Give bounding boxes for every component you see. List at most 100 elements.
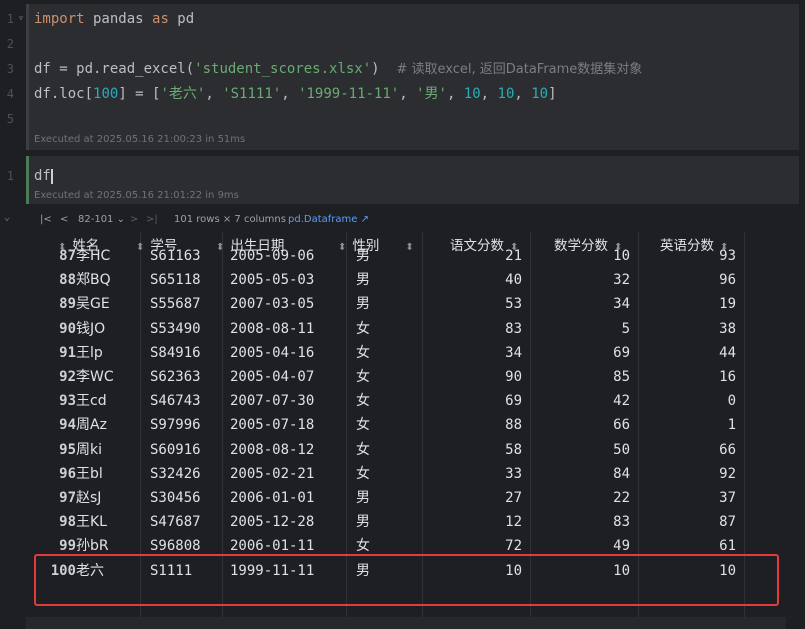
- code-line-4[interactable]: df.loc[100] = ['老六', 'S1111', '1999-11-1…: [34, 84, 557, 104]
- line-number: 1: [6, 12, 14, 26]
- fold-icon[interactable]: ▿: [18, 9, 26, 29]
- line-number: 3: [6, 62, 14, 76]
- cell-student-id: S47687: [150, 514, 201, 531]
- cell-student-id: S65118: [150, 272, 201, 289]
- cell-student-id: S62363: [150, 369, 201, 385]
- cell-name: 钱JO: [76, 320, 106, 337]
- line-number: 5: [6, 112, 14, 126]
- cell-math-score: 50: [613, 441, 630, 458]
- table-row[interactable]: 90 钱JO S53490 2008-08-11 女 83 5 38: [26, 317, 786, 341]
- cell-name: 王KL: [76, 514, 107, 531]
- cell-birth-date: 2007-07-30: [230, 393, 315, 410]
- last-page-button[interactable]: >|: [146, 214, 158, 225]
- execution-info: Executed at 2025.05.16 21:01:22 in 9ms: [34, 190, 239, 201]
- cell-student-id: S46743: [150, 393, 201, 410]
- number-literal: 100: [93, 86, 119, 102]
- collapse-output-icon[interactable]: ⌄: [4, 212, 10, 223]
- row-index: 94: [59, 417, 76, 434]
- cell-math-score: 5: [621, 320, 630, 337]
- table-row[interactable]: 97 赵sJ S30456 2006-01-01 男 27 22 37: [26, 486, 786, 510]
- cell-chinese-score: 88: [505, 417, 522, 434]
- code-line-3[interactable]: df = pd.read_excel('student_scores.xlsx'…: [34, 59, 642, 79]
- cell-birth-date: 2006-01-01: [230, 490, 315, 506]
- string-literal: 'student_scores.xlsx': [194, 61, 372, 77]
- highlight-box: [34, 554, 779, 606]
- cell-chinese-score: 12: [505, 514, 522, 531]
- cell-chinese-score: 53: [505, 296, 522, 313]
- text-cursor: [50, 168, 53, 184]
- cell-sex: 男: [356, 296, 370, 313]
- row-index: 98: [59, 514, 76, 531]
- cell-sex: 女: [356, 465, 370, 482]
- row-index: 96: [59, 465, 76, 482]
- table-row[interactable]: 87 李HC S61163 2005-09-06 男 21 10 93: [26, 244, 786, 268]
- cell-math-score: 42: [613, 393, 630, 410]
- cell-name: 李HC: [76, 248, 111, 264]
- cell-sex: 男: [356, 514, 370, 531]
- number-literal: 10: [463, 86, 481, 102]
- cell-name: 周Az: [76, 417, 107, 434]
- string-literal: '男': [416, 86, 447, 102]
- cell-name: 王bl: [76, 465, 103, 482]
- cell-birth-date: 2005-02-21: [230, 465, 315, 482]
- code-text: ]: [548, 86, 557, 102]
- cell-chinese-score: 58: [505, 441, 522, 458]
- cell-name: 赵sJ: [76, 490, 102, 506]
- cell-english-score: 44: [719, 344, 736, 361]
- cell-english-score: 16: [719, 369, 736, 385]
- code-line-1[interactable]: import pandas as pd: [34, 9, 194, 29]
- cell-birth-date: 2008-08-11: [230, 320, 315, 337]
- table-row[interactable]: 98 王KL S47687 2005-12-28 男 12 83 87: [26, 510, 786, 534]
- string-literal: '1999-11-11': [298, 86, 400, 102]
- cell-birth-date: 2005-05-03: [230, 272, 315, 289]
- row-index: 90: [59, 320, 76, 337]
- table-row[interactable]: 94 周Az S97996 2005-07-18 女 88 66 1: [26, 413, 786, 437]
- dataframe-link[interactable]: pd.Dataframe ↗: [288, 214, 369, 225]
- execution-info: Executed at 2025.05.16 21:00:23 in 51ms: [34, 134, 246, 145]
- row-index: 92: [59, 369, 76, 385]
- cell-math-score: 10: [613, 248, 630, 264]
- cell-math-score: 69: [613, 344, 630, 361]
- cell-chinese-score: 21: [505, 248, 522, 264]
- number-literal: 10: [531, 86, 549, 102]
- cell-english-score: 92: [719, 465, 736, 482]
- row-index: 88: [59, 272, 76, 289]
- table-row[interactable]: 88 郑BQ S65118 2005-05-03 男 40 32 96: [26, 268, 786, 292]
- cell-student-id: S55687: [150, 296, 201, 313]
- cell-student-id: S61163: [150, 248, 201, 264]
- cell-birth-date: 2007-03-05: [230, 296, 315, 313]
- table-row[interactable]: 96 王bl S32426 2005-02-21 女 33 84 92: [26, 462, 786, 486]
- next-page-button[interactable]: >: [130, 214, 138, 225]
- cell-chinese-score: 90: [505, 369, 522, 385]
- table-row[interactable]: 92 李WC S62363 2005-04-07 女 90 85 16: [26, 365, 786, 389]
- cell-math-score: 84: [613, 465, 630, 482]
- horizontal-scrollbar[interactable]: [26, 617, 786, 629]
- code-line-df[interactable]: df: [34, 166, 53, 186]
- cell-name: 王cd: [76, 393, 107, 410]
- code-text: df: [34, 168, 51, 184]
- line-number: 1: [6, 169, 14, 183]
- cell-math-score: 66: [613, 417, 630, 434]
- cell-sex: 男: [356, 248, 370, 264]
- row-index: 87: [59, 248, 76, 264]
- code-text: ] = [: [118, 86, 161, 102]
- cell-english-score: 96: [719, 272, 736, 289]
- prev-page-button[interactable]: <: [60, 214, 68, 225]
- cell-math-score: 34: [613, 296, 630, 313]
- cell-english-score: 1: [727, 417, 736, 434]
- table-row[interactable]: 91 王lp S84916 2005-04-16 女 34 69 44: [26, 341, 786, 365]
- cell-birth-date: 2005-04-07: [230, 369, 315, 385]
- cell-english-score: 93: [719, 248, 736, 264]
- page-range-dropdown[interactable]: 82-101 ⌄: [78, 214, 125, 225]
- keyword: import: [34, 11, 85, 27]
- table-row[interactable]: 89 吴GE S55687 2007-03-05 男 53 34 19: [26, 292, 786, 316]
- string-literal: 'S1111': [222, 86, 282, 102]
- cell-name: 郑BQ: [76, 272, 111, 289]
- table-row[interactable]: 95 周ki S60916 2008-08-12 女 58 50 66: [26, 438, 786, 462]
- cell-chinese-score: 33: [505, 465, 522, 482]
- table-row[interactable]: 93 王cd S46743 2007-07-30 女 69 42 0: [26, 389, 786, 413]
- string-literal: '老六': [160, 86, 206, 102]
- keyword: as: [152, 11, 169, 27]
- cell-english-score: 66: [719, 441, 736, 458]
- first-page-button[interactable]: |<: [40, 214, 52, 225]
